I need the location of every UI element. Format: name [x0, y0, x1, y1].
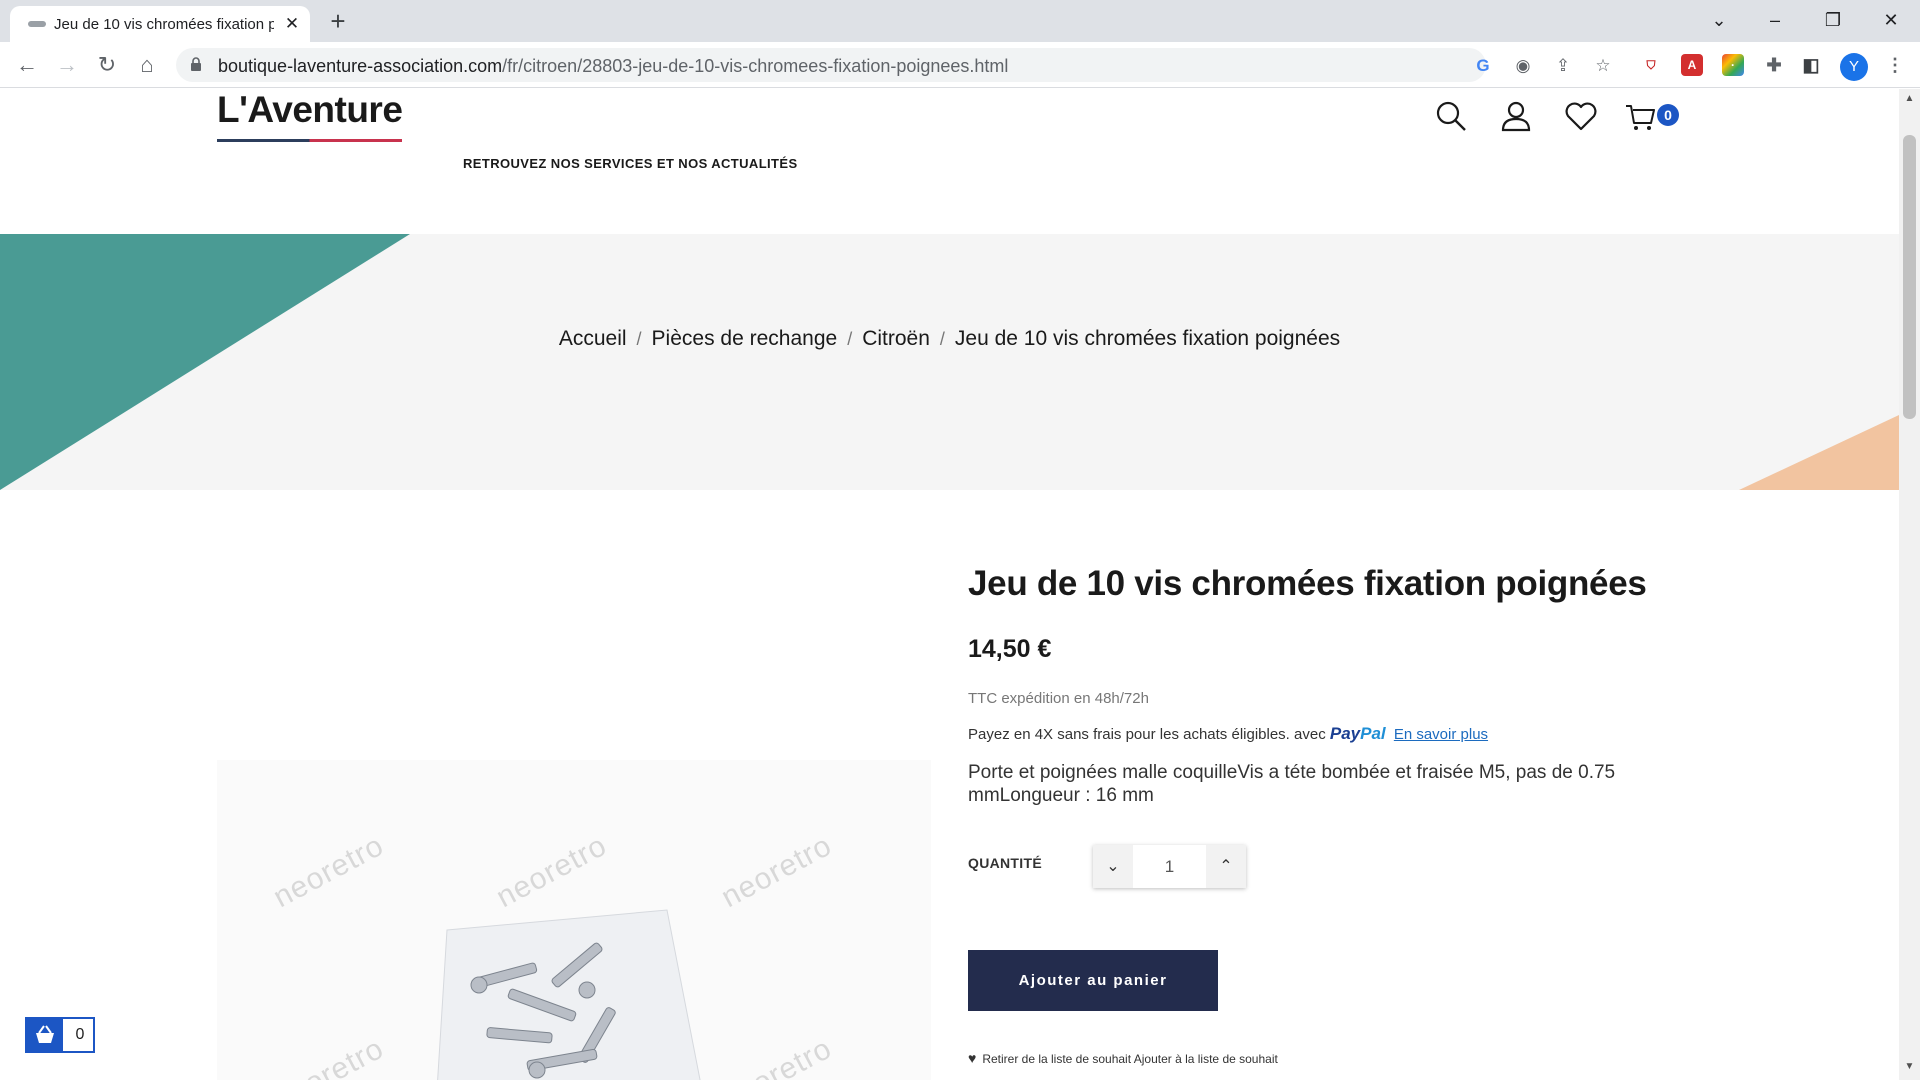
site-favicon-icon: [28, 21, 46, 27]
heart-icon: ♥: [968, 1050, 977, 1066]
screws-bag-picture: [437, 909, 701, 1080]
side-panel-icon[interactable]: ◧: [1800, 54, 1822, 76]
new-tab-button[interactable]: +: [324, 8, 352, 36]
pdf-extension-icon[interactable]: A: [1681, 54, 1703, 76]
reload-icon[interactable]: ↻: [93, 51, 121, 79]
scroll-up-icon[interactable]: ▲: [1904, 93, 1915, 104]
scrollbar-thumb[interactable]: [1903, 135, 1916, 419]
home-icon[interactable]: ⌂: [133, 51, 161, 79]
profile-avatar[interactable]: Y: [1840, 53, 1868, 81]
breadcrumb-citroen[interactable]: Citroën: [862, 327, 930, 350]
watermark: neoretro: [268, 828, 390, 915]
watermark: neoretro: [268, 1031, 390, 1080]
quantity-label: QUANTITÉ: [968, 855, 1042, 871]
page-banner: Accueil / Pièces de rechange / Citroën / Jeu d…: [0, 234, 1899, 490]
paypal-logo: PayPal: [1329, 724, 1386, 743]
quantity-increase-button[interactable]: ⌃: [1206, 845, 1246, 888]
cart-icon[interactable]: [1624, 99, 1658, 133]
url-text: boutique-laventure-association.com/fr/ci…: [218, 56, 1008, 77]
tax-shipping-note: TTC expédition en 48h/72h: [968, 690, 1149, 707]
browser-toolbar: ← → ↻ ⌂ boutique-laventure-association.c…: [0, 42, 1920, 88]
forward-arrow-icon[interactable]: →: [53, 51, 81, 79]
basket-icon: [27, 1019, 63, 1051]
breadcrumb-home[interactable]: Accueil: [559, 327, 627, 350]
tab-close-icon[interactable]: ✕: [282, 14, 302, 34]
breadcrumb-spare-parts[interactable]: Pièces de rechange: [652, 327, 838, 350]
watermark: neoretro: [716, 1031, 838, 1080]
page-viewport: L'Aventure RETROUVEZ NOS SERVICES ET NOS…: [0, 89, 1899, 1080]
user-account-icon[interactable]: [1499, 99, 1533, 133]
browser-menu-icon[interactable]: ⋮: [1884, 54, 1906, 76]
breadcrumb: Accueil / Pièces de rechange / Citroën / Jeu d…: [0, 327, 1899, 351]
lock-icon: [191, 57, 201, 71]
page-scrollbar[interactable]: ▲ ▼: [1899, 89, 1920, 1080]
share-icon[interactable]: ⇪: [1552, 55, 1574, 77]
url-domain: boutique-laventure-association.com: [218, 56, 503, 76]
product-title: Jeu de 10 vis chromées fixation poignées: [968, 564, 1647, 603]
quantity-decrease-button[interactable]: ⌄: [1093, 845, 1133, 888]
breadcrumb-separator: /: [939, 329, 945, 349]
tab-title: Jeu de 10 vis chromées fixation p: [54, 16, 274, 33]
cart-count-badge: 0: [1657, 104, 1679, 126]
banner-teal-shape: [0, 234, 410, 490]
extension-shield-icon[interactable]: ⛉: [1640, 54, 1662, 76]
google-lens-icon[interactable]: G: [1472, 55, 1494, 77]
wishlist-toggle[interactable]: ♥ Retirer de la liste de souhait Ajouter …: [968, 1050, 1278, 1066]
breadcrumb-current: Jeu de 10 vis chromées fixation poignées: [954, 327, 1341, 350]
browser-tab-strip: Jeu de 10 vis chromées fixation p ✕ + ⌄ …: [0, 0, 1920, 42]
restore-icon[interactable]: ❐: [1810, 4, 1856, 36]
quantity-input[interactable]: 1: [1133, 845, 1206, 888]
window-close-icon[interactable]: ✕: [1868, 4, 1914, 36]
paypal-installments: Payez en 4X sans frais pour les achats é…: [968, 724, 1488, 744]
add-to-cart-button[interactable]: Ajouter au panier: [968, 950, 1218, 1011]
eye-off-icon[interactable]: ◉: [1512, 55, 1534, 77]
wishlist-heart-icon[interactable]: [1564, 99, 1598, 133]
tab-search-chevron-icon[interactable]: ⌄: [1696, 4, 1742, 36]
paypal-learn-more-link[interactable]: En savoir plus: [1394, 726, 1488, 743]
wishlist-text: Retirer de la liste de souhait Ajouter à…: [982, 1052, 1278, 1066]
floating-cart-widget[interactable]: 0: [25, 1017, 95, 1053]
services-news-link[interactable]: RETROUVEZ NOS SERVICES ET NOS ACTUALITÉS: [463, 156, 798, 171]
breadcrumb-separator: /: [636, 329, 642, 349]
extensions-puzzle-icon[interactable]: ✚: [1763, 54, 1785, 76]
scroll-down-icon[interactable]: ▼: [1904, 1061, 1915, 1072]
back-arrow-icon[interactable]: ←: [13, 51, 41, 79]
bookmark-star-icon[interactable]: ☆: [1592, 55, 1614, 77]
banner-peach-shape: [1739, 415, 1899, 490]
google-extension-icon[interactable]: ·: [1722, 54, 1744, 76]
watermark: neoretro: [716, 828, 838, 915]
logo-underline: [217, 139, 402, 142]
search-icon[interactable]: [1434, 99, 1468, 133]
quantity-stepper: ⌄ 1 ⌃: [1093, 845, 1246, 888]
product-price: 14,50 €: [968, 635, 1052, 663]
paypal-text: Payez en 4X sans frais pour les achats é…: [968, 726, 1326, 743]
address-bar[interactable]: boutique-laventure-association.com/fr/ci…: [176, 48, 1611, 82]
minimize-icon[interactable]: –: [1752, 4, 1798, 36]
breadcrumb-separator: /: [847, 329, 853, 349]
browser-tab[interactable]: Jeu de 10 vis chromées fixation p ✕: [10, 6, 310, 42]
site-logo[interactable]: L'Aventure: [217, 89, 403, 131]
url-path: /fr/citroen/28803-jeu-de-10-vis-chromees…: [502, 56, 1009, 76]
product-image[interactable]: neoretro neoretro neoretro neoretro neor…: [217, 760, 931, 1080]
product-description: Porte et poignées malle coquilleVis a té…: [968, 762, 1616, 806]
floating-cart-count: 0: [75, 1026, 85, 1043]
